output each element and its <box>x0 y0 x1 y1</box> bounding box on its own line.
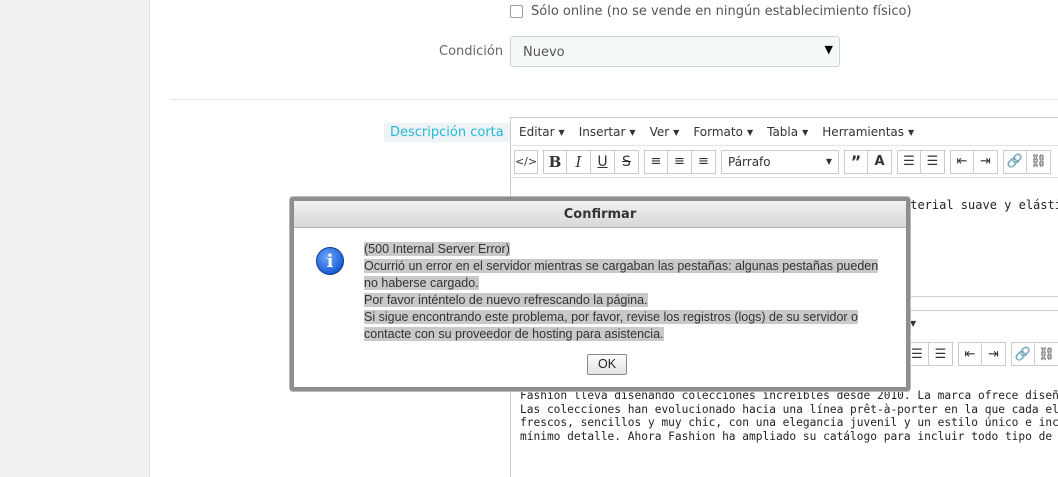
condition-select[interactable]: Nuevo ▼ <box>510 36 840 67</box>
editor-toolbar: </> B I U S ≡ ≡ ≡ Párrafo ▼ ” A ☰ ☰ ⇤ ⇥ … <box>511 146 1058 178</box>
dialog-message-line: (500 Internal Server Error) <box>364 242 510 256</box>
caret-down-icon: ▼ <box>910 319 917 328</box>
caret-down-icon: ▼ <box>825 157 832 166</box>
format-select[interactable]: Párrafo ▼ <box>721 149 839 174</box>
bold-icon[interactable]: B <box>543 149 567 174</box>
menu-formato[interactable]: Formato ▼ <box>693 125 753 139</box>
ok-button[interactable]: OK <box>587 354 627 375</box>
dialog-message-line: no haberse cargado. <box>364 276 479 290</box>
caret-down-icon: ▼ <box>908 127 915 137</box>
outdent-icon[interactable]: ⇤ <box>958 342 982 366</box>
menu-herramientas[interactable]: Herramientas ▼ <box>822 125 914 139</box>
dialog-message-line: Ocurrió un error en el servidor mientras… <box>364 259 879 273</box>
editor1-visible-text: aterial suave y elástico pa <box>903 198 1058 212</box>
numbered-list-icon[interactable]: ☰ <box>929 342 953 366</box>
dialog-title: Confirmar <box>294 201 906 228</box>
align-center-icon[interactable]: ≡ <box>668 149 692 174</box>
format-value: Párrafo <box>728 154 771 169</box>
unlink-icon[interactable]: ⛓ <box>1027 149 1051 174</box>
menu-editar[interactable]: Editar ▼ <box>519 125 565 139</box>
editor2-toolbar: ☰ ☰ ⇤ ⇥ 🔗 ⛓ <box>905 342 1058 366</box>
caret-down-icon: ▼ <box>746 127 754 137</box>
menu-label: Ver <box>649 124 670 139</box>
code-icon[interactable]: </> <box>514 149 538 174</box>
menu-label: Tabla <box>767 124 799 139</box>
strikethrough-icon[interactable]: S <box>615 149 639 174</box>
menu-label: Insertar <box>578 124 626 139</box>
link-icon[interactable]: 🔗 <box>1011 342 1035 366</box>
confirm-dialog: Confirmar i (500 Internal Server Error) … <box>290 197 910 391</box>
blockquote-icon[interactable]: ” <box>844 149 868 174</box>
outdent-icon[interactable]: ⇤ <box>950 149 974 174</box>
divider <box>170 99 1058 100</box>
editor2-line: mínimo detalle. Ahora Fashion ha ampliad… <box>520 429 1058 443</box>
bullet-list-icon[interactable]: ☰ <box>897 149 921 174</box>
info-icon: i <box>316 247 344 275</box>
caret-down-icon: ▼ <box>629 127 636 137</box>
dialog-message: (500 Internal Server Error) Ocurrió un e… <box>364 241 884 343</box>
caret-down-icon: ▼ <box>802 127 809 137</box>
menu-label: Editar <box>519 124 555 139</box>
menu-label: Herramientas <box>822 124 905 139</box>
editor-menubar: Editar ▼ Insertar ▼ Ver ▼ Formato ▼ Tabla ▼ H… <box>511 118 1058 146</box>
menu-label: Formato <box>693 124 743 139</box>
caret-down-icon: ▼ <box>673 127 680 137</box>
caret-down-icon: ▼ <box>558 127 565 137</box>
editor2-line: Fashion lleva diseñando colecciones incr… <box>520 389 1058 402</box>
condition-label: Condición <box>439 44 504 59</box>
unlink-icon[interactable]: ⛓ <box>1035 342 1058 366</box>
short-description-label: Descripción corta <box>384 123 510 142</box>
editor2-body[interactable]: Fashion lleva diseñando colecciones incr… <box>520 389 1058 443</box>
condition-value: Nuevo <box>523 45 565 60</box>
align-right-icon[interactable]: ≡ <box>692 149 716 174</box>
left-sidebar <box>0 0 150 477</box>
menu-insertar[interactable]: Insertar ▼ <box>579 125 636 139</box>
editor2-line: frescos, sencillos y muy chic, con una e… <box>520 416 1058 429</box>
indent-icon[interactable]: ⇥ <box>982 342 1006 366</box>
align-left-icon[interactable]: ≡ <box>644 149 668 174</box>
numbered-list-icon[interactable]: ☰ <box>921 149 945 174</box>
menu-tabla[interactable]: Tabla ▼ <box>767 125 808 139</box>
online-only-checkbox[interactable] <box>510 5 523 18</box>
dialog-message-line: Si sigue encontrando este problema, por … <box>364 310 858 324</box>
italic-icon[interactable]: I <box>567 149 591 174</box>
link-icon[interactable]: 🔗 <box>1003 149 1027 174</box>
dialog-message-line: contacte con su proveedor de hosting par… <box>364 327 664 341</box>
text-color-icon[interactable]: A <box>868 149 892 174</box>
caret-down-icon: ▼ <box>824 43 833 56</box>
online-only-label: Sólo online (no se vende en ningún estab… <box>531 4 912 19</box>
menu-ver[interactable]: Ver ▼ <box>650 125 680 139</box>
underline-icon[interactable]: U <box>591 149 615 174</box>
dialog-message-line: Por favor inténtelo de nuevo refrescando… <box>364 293 648 307</box>
indent-icon[interactable]: ⇥ <box>974 149 998 174</box>
editor2-line: Las colecciones han evolucionado hacia u… <box>520 402 1058 416</box>
online-only-row[interactable]: Sólo online (no se vende en ningún estab… <box>510 4 912 19</box>
